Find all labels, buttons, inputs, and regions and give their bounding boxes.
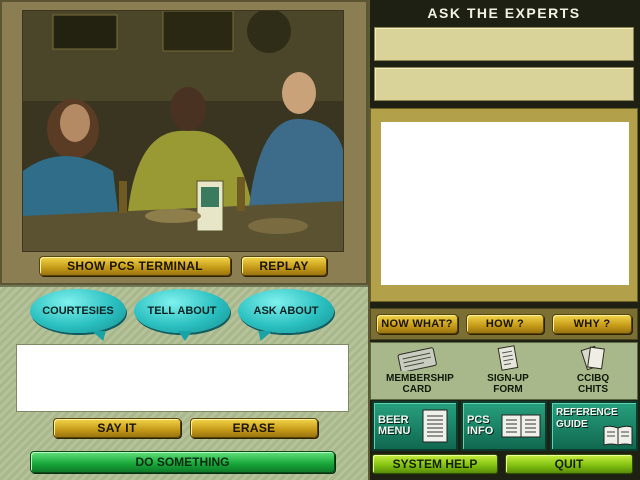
replay-button[interactable]: REPLAY (241, 256, 327, 276)
pcs-info-icon (501, 414, 541, 438)
scene-video (22, 10, 344, 252)
ask-the-experts-title: ASK THE EXPERTS (427, 5, 581, 21)
expert-answer-box (381, 122, 629, 285)
do-something-button[interactable]: DO SOMETHING (30, 451, 335, 473)
membership-card-icon (395, 345, 439, 371)
courtesies-bubble-button[interactable]: COURTESIES (30, 289, 126, 333)
membership-card-label: MEMBERSHIP CARD (386, 373, 454, 395)
beer-menu-button[interactable]: BEER MENU (372, 401, 458, 451)
ccibq-chits-label: CCIBQ CHITS (576, 373, 610, 395)
beer-menu-icon (422, 409, 448, 443)
system-help-button[interactable]: SYSTEM HELP (372, 454, 498, 474)
how-button[interactable]: HOW ? (466, 314, 544, 334)
tell-about-bubble-button[interactable]: TELL ABOUT (134, 289, 230, 341)
ask-about-bubble-button[interactable]: ASK ABOUT (238, 289, 334, 333)
signup-form-icon (496, 345, 520, 371)
erase-button[interactable]: ERASE (190, 418, 318, 438)
now-what-button[interactable]: NOW WHAT? (376, 314, 458, 334)
expert-field-2[interactable] (374, 67, 634, 101)
ccibq-chits-item[interactable]: CCIBQ CHITS (554, 342, 632, 400)
signup-form-label: SIGN-UP FORM (487, 373, 529, 395)
why-button[interactable]: WHY ? (552, 314, 632, 334)
beer-menu-label: BEER MENU (378, 414, 411, 437)
pcs-info-label: PCS INFO (467, 414, 494, 437)
dialog-text-input[interactable] (16, 344, 349, 412)
membership-card-item[interactable]: MEMBERSHIP CARD (372, 342, 462, 400)
reference-guide-button[interactable]: REFERENCE GUIDE (550, 401, 638, 451)
say-it-button[interactable]: SAY IT (53, 418, 181, 438)
ccibq-chits-icon (578, 345, 608, 371)
reference-guide-icon (603, 425, 633, 446)
expert-field-1[interactable] (374, 27, 634, 61)
quit-button[interactable]: QUIT (505, 454, 633, 474)
show-pcs-terminal-button[interactable]: SHOW PCS TERMINAL (39, 256, 231, 276)
signup-form-item[interactable]: SIGN-UP FORM (472, 342, 544, 400)
pcs-info-button[interactable]: PCS INFO (461, 401, 547, 451)
